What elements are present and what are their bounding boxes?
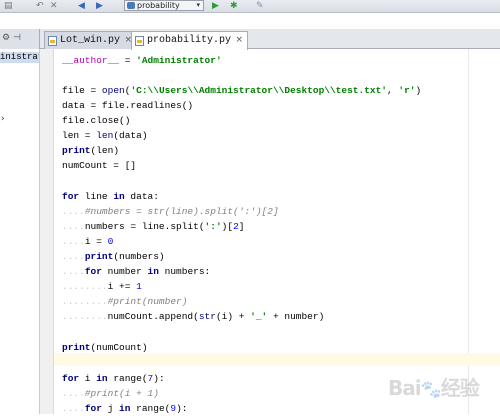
code-line[interactable]: ........numCount.append(str(i) + '_' + n… (62, 309, 324, 324)
tab-probability[interactable]: probability.py × (131, 31, 249, 50)
run-configuration-select[interactable]: probability ▾ (124, 0, 204, 11)
gear-icon[interactable]: ⚙ (2, 33, 10, 43)
close-icon[interactable]: ✕ (50, 1, 58, 11)
code-line[interactable]: print(numCount) (62, 340, 148, 355)
undo-icon[interactable]: ↶ (36, 1, 44, 11)
tool-icon[interactable]: ✎ (256, 1, 264, 11)
python-file-icon (135, 36, 144, 46)
editor-gutter (40, 49, 54, 414)
run-configuration-label: probability (137, 1, 180, 10)
chevron-down-icon: ▾ (196, 1, 200, 9)
tab-lot-win[interactable]: Lot_win.py × (44, 31, 138, 49)
code-line[interactable]: print(len) (62, 143, 119, 158)
code-line[interactable]: file = open('C:\\Users\\Administrator\\D… (62, 83, 421, 98)
code-line[interactable]: ....numbers = line.split(':')[2] (62, 219, 244, 234)
code-line[interactable]: ....i = 0 (62, 234, 113, 249)
python-icon (127, 2, 135, 9)
project-tree-item[interactable]: inistrator (0, 52, 39, 63)
toolbar-icon[interactable]: ▤ (4, 1, 13, 11)
close-tab-icon[interactable]: × (235, 32, 243, 49)
main-toolbar: ▤ ↶ ✕ ◀ ▶ probability ▾ ▶ ✱ ✎ (0, 0, 500, 13)
code-line[interactable]: numCount = [] (62, 158, 136, 173)
debug-icon[interactable]: ✱ (230, 1, 238, 11)
code-line[interactable]: ........i += 1 (62, 279, 142, 294)
run-icon[interactable]: ▶ (212, 1, 219, 11)
back-icon[interactable]: ◀ (78, 1, 85, 11)
python-file-icon (48, 36, 57, 46)
code-line[interactable]: len = len(data) (62, 128, 148, 143)
code-line[interactable]: ....for number in numbers: (62, 264, 210, 279)
code-line[interactable]: data = file.readlines() (62, 98, 193, 113)
tab-label: probability.py (147, 35, 232, 46)
project-panel: inistrator › (0, 49, 40, 414)
code-line[interactable]: for line in data: (62, 189, 159, 204)
forward-icon[interactable]: ▶ (96, 1, 103, 11)
collapse-icon[interactable]: ⊣ (13, 33, 21, 43)
tree-expander-icon[interactable]: › (0, 114, 5, 124)
code-line[interactable]: for i in range(7): (62, 371, 165, 386)
baidu-watermark: Bai🐾经验 (388, 376, 480, 400)
code-line[interactable]: __author__ = 'Administrator' (62, 53, 222, 68)
code-line[interactable]: ....#print(i + 1) (62, 386, 159, 401)
code-line[interactable]: ....#numbers = str(line).split(':')[2] (62, 204, 279, 219)
code-line[interactable]: ....print(numbers) (62, 249, 165, 264)
code-line[interactable]: ........#print(number) (62, 294, 187, 309)
code-line[interactable]: file.close() (62, 113, 130, 128)
tab-label: Lot_win.py (60, 35, 121, 46)
project-panel-header: ⚙ ⊣ (0, 29, 40, 49)
